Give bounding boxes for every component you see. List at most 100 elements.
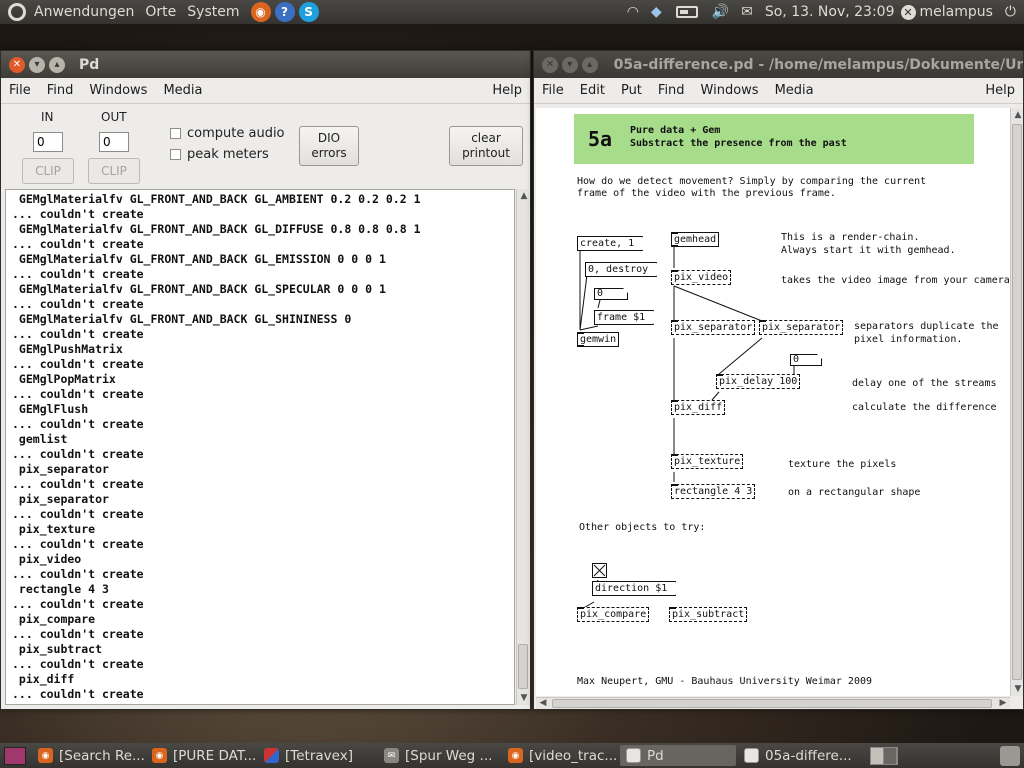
menu-windows[interactable]: Windows [81, 83, 155, 98]
show-desktop-icon[interactable] [4, 746, 26, 765]
comment-video: takes the video image from your camera [781, 275, 1010, 286]
minimize-icon[interactable]: ▾ [561, 56, 578, 73]
help-launcher-icon[interactable]: ? [274, 2, 295, 22]
scroll-down-icon[interactable]: ▼ [1011, 682, 1024, 696]
menu-windows[interactable]: Windows [693, 83, 767, 98]
console-line: GEMglMaterialfv GL_FRONT_AND_BACK GL_DIF… [12, 222, 421, 236]
user-name[interactable]: melampus [920, 4, 993, 20]
patch-header: 5a Pure data + Gem Substract the presenc… [574, 114, 974, 164]
obj-gemhead[interactable]: gemhead [671, 232, 720, 247]
task-patch[interactable]: 05a-differe... [738, 745, 862, 766]
task-spur-weg[interactable]: ✉ [Spur Weg ... [378, 745, 500, 766]
patch-scroll-thumb[interactable] [1012, 124, 1022, 680]
firefox-launcher-icon[interactable]: ◉ [250, 2, 271, 22]
task-pure-data[interactable]: ◉ [PURE DAT... [146, 745, 256, 766]
in-clip-button[interactable]: CLIP [22, 158, 74, 184]
out-label: OUT [101, 110, 127, 124]
clock[interactable]: So, 13. Nov, 23:09 [765, 4, 895, 20]
obj-pix-texture[interactable]: pix_texture [671, 454, 744, 469]
skype-launcher-icon[interactable]: S [298, 2, 319, 22]
ubuntu-logo-icon[interactable] [8, 3, 26, 21]
obj-pix-separator-1[interactable]: pix_separator [671, 320, 756, 335]
menu-edit[interactable]: Edit [572, 83, 613, 98]
menu-applications[interactable]: Anwendungen [34, 4, 134, 20]
battery-icon[interactable] [675, 6, 698, 18]
workspace-switcher[interactable] [870, 746, 898, 765]
console-output[interactable]: GEMglMaterialfv GL_FRONT_AND_BACK GL_AMB… [5, 189, 515, 705]
number-box-frame[interactable]: 0 [594, 288, 628, 300]
menu-find[interactable]: Find [650, 83, 693, 98]
patch-titlebar[interactable]: ✕ ▾ ▴ 05a-difference.pd - /home/melampus… [534, 51, 1023, 78]
patch-canvas[interactable]: 5a Pure data + Gem Substract the presenc… [536, 108, 1010, 696]
scroll-up-icon[interactable]: ▲ [517, 189, 531, 203]
dropbox-icon[interactable]: ◆ [651, 4, 662, 20]
console-scroll-thumb[interactable] [518, 644, 528, 689]
compute-audio-checkbox[interactable] [170, 128, 181, 139]
menu-file[interactable]: File [534, 83, 572, 98]
in-level-box: 0 [33, 132, 63, 152]
obj-gemwin[interactable]: gemwin [577, 332, 620, 347]
number-box-delay[interactable]: 0 [790, 354, 822, 366]
patch-menubar: File Edit Put Find Windows Media Help [534, 78, 1023, 104]
dio-errors-button[interactable]: DIO errors [299, 126, 359, 166]
scroll-left-icon[interactable]: ◀ [536, 696, 550, 710]
menu-media[interactable]: Media [767, 83, 822, 98]
obj-pix-delay[interactable]: pix_delay 100 [716, 374, 801, 389]
task-pd[interactable]: Pd [620, 745, 736, 766]
power-icon[interactable]: ⏻ [1005, 4, 1016, 20]
obj-pix-separator-2[interactable]: pix_separator [759, 320, 844, 335]
task-tetravex[interactable]: [Tetravex] [258, 745, 376, 766]
task-label: [video_trac... [529, 747, 618, 764]
patch-vertical-scrollbar[interactable]: ▲ ▼ [1010, 108, 1023, 696]
obj-rectangle[interactable]: rectangle 4 3 [671, 484, 756, 499]
patch-horizontal-scrollbar[interactable]: ◀ ▶ [536, 697, 1010, 709]
task-video-tracking[interactable]: ◉ [video_trac... [502, 745, 618, 766]
obj-pix-compare[interactable]: pix_compare [577, 607, 650, 622]
close-icon[interactable]: ✕ [542, 56, 558, 73]
trash-icon[interactable] [1000, 745, 1020, 766]
toggle-direction[interactable] [592, 563, 607, 578]
close-icon[interactable]: ✕ [9, 56, 25, 73]
scroll-up-icon[interactable]: ▲ [1011, 108, 1024, 122]
menu-system[interactable]: System [187, 4, 239, 20]
maximize-icon[interactable]: ▴ [49, 56, 65, 73]
obj-pix-subtract[interactable]: pix_subtract [669, 607, 748, 622]
toggle-x-icon [593, 564, 606, 577]
task-label: 05a-differe... [765, 747, 852, 764]
task-search[interactable]: ◉ [Search Re... [32, 745, 144, 766]
menu-find[interactable]: Find [39, 83, 82, 98]
menu-places[interactable]: Orte [145, 4, 176, 20]
pd-titlebar[interactable]: ✕ ▾ ▴ Pd [1, 51, 530, 78]
console-line: ... couldn't create [12, 417, 144, 431]
compute-audio-toggle[interactable]: compute audio [170, 126, 285, 141]
console-line: ... couldn't create [12, 387, 144, 401]
wifi-icon[interactable]: ◠ [627, 4, 639, 20]
msg-direction[interactable]: direction $1 [592, 581, 676, 596]
msg-destroy[interactable]: 0, destroy [585, 262, 657, 277]
msg-frame[interactable]: frame $1 [594, 310, 654, 325]
menu-media[interactable]: Media [155, 83, 210, 98]
peak-meters-checkbox[interactable] [170, 149, 181, 160]
bottom-taskbar: ◉ [Search Re... ◉ [PURE DAT... [Tetravex… [0, 743, 1024, 768]
menu-file[interactable]: File [1, 83, 39, 98]
console-line: ... couldn't create [12, 237, 144, 251]
minimize-icon[interactable]: ▾ [29, 56, 45, 73]
peak-meters-toggle[interactable]: peak meters [170, 147, 269, 162]
scroll-down-icon[interactable]: ▼ [517, 691, 531, 705]
console-scrollbar[interactable]: ▲ ▼ [516, 189, 529, 705]
menu-put[interactable]: Put [613, 83, 650, 98]
console-line: ... couldn't create [12, 477, 144, 491]
mail-icon[interactable]: ✉ [741, 4, 753, 20]
patch-hscroll-thumb[interactable] [552, 699, 992, 708]
header-line-1: Pure data + Gem [630, 125, 721, 136]
menu-help[interactable]: Help [484, 83, 530, 98]
clear-printout-button[interactable]: clear printout [449, 126, 523, 166]
maximize-icon[interactable]: ▴ [581, 56, 598, 73]
scroll-right-icon[interactable]: ▶ [996, 696, 1010, 710]
menu-help[interactable]: Help [977, 83, 1023, 98]
out-clip-button[interactable]: CLIP [88, 158, 140, 184]
obj-pix-video[interactable]: pix_video [671, 270, 732, 285]
msg-create[interactable]: create, 1 [577, 236, 643, 251]
obj-pix-diff[interactable]: pix_diff [671, 400, 726, 415]
volume-icon[interactable]: 🔊 [712, 4, 729, 20]
